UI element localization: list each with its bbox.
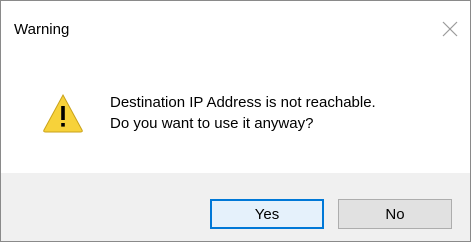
message-line-1: Destination IP Address is not reachable. <box>110 94 376 111</box>
close-button[interactable] <box>430 9 470 49</box>
no-button[interactable]: No <box>338 199 452 229</box>
warning-dialog: Warning Destination IP Address is not re… <box>0 0 471 242</box>
button-bar: Yes No <box>1 173 470 241</box>
close-icon <box>442 21 458 37</box>
yes-button[interactable]: Yes <box>210 199 324 229</box>
warning-triangle-icon <box>43 93 83 133</box>
dialog-body: Destination IP Address is not reachable.… <box>1 63 470 173</box>
dialog-message: Destination IP Address is not reachable.… <box>110 92 376 134</box>
dialog-title: Warning <box>14 21 70 38</box>
message-line-2: Do you want to use it anyway? <box>110 115 314 132</box>
title-bar: Warning <box>1 1 470 63</box>
